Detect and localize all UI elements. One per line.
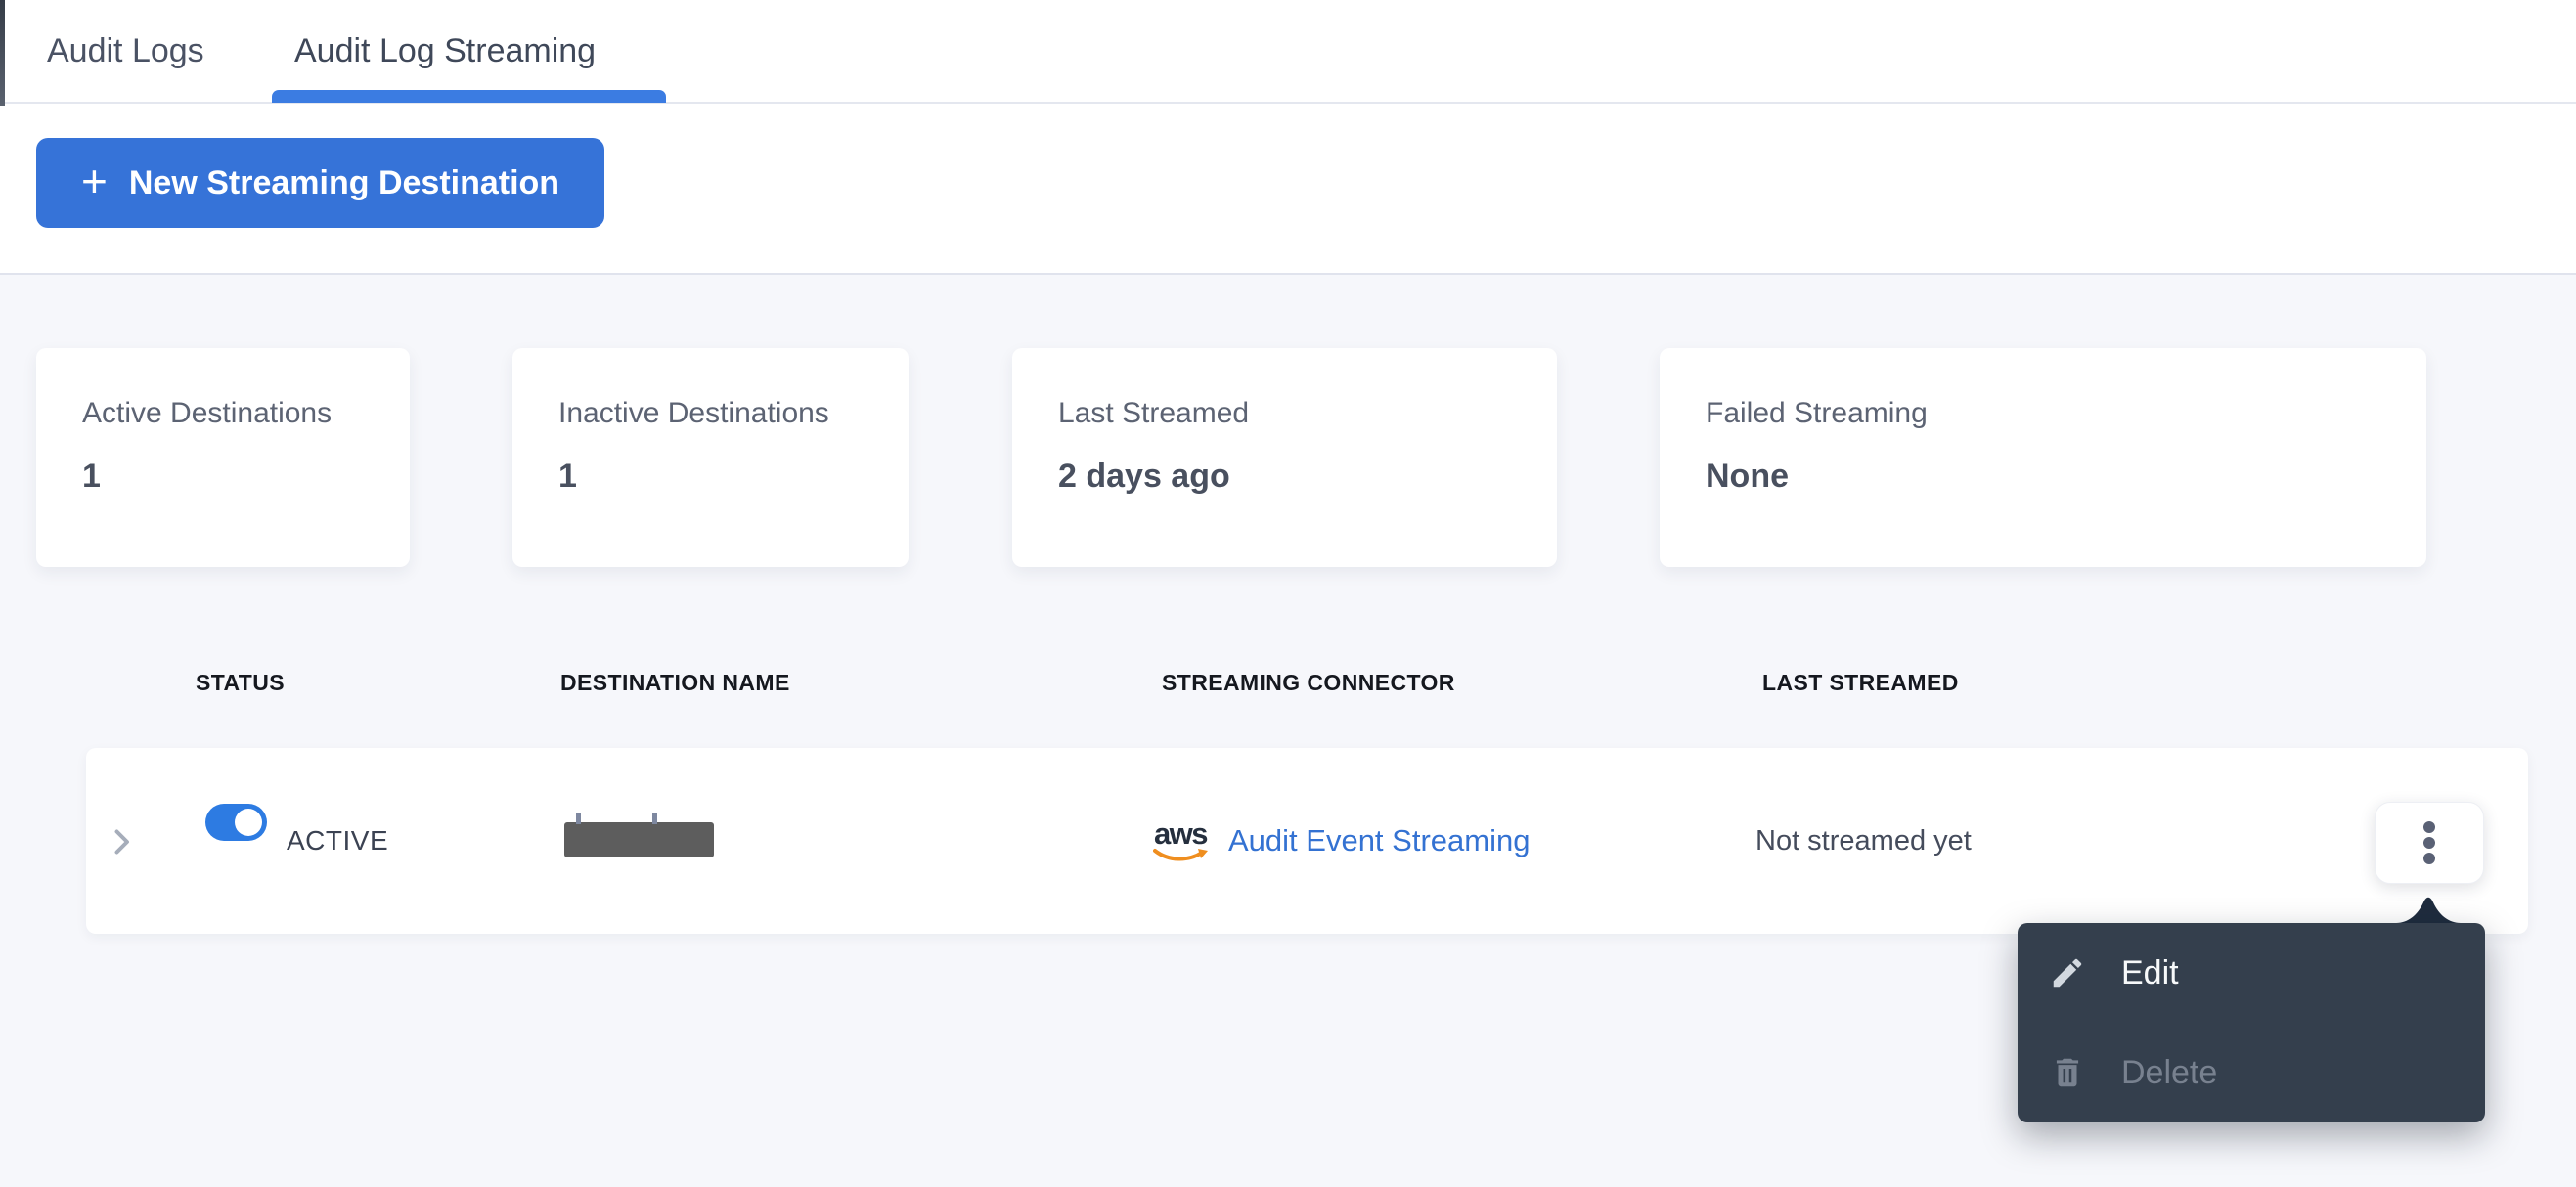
actions-bar: + New Streaming Destination [0,106,2576,275]
table-row: ACTIVE aws Audit Event Streaming Not str… [86,748,2528,934]
aws-logo-icon: aws [1152,816,1209,863]
stat-card-inactive-destinations: Inactive Destinations 1 [512,348,909,567]
context-menu-caret [2396,897,2461,923]
tab-audit-logs[interactable]: Audit Logs [47,0,204,102]
stat-value: 1 [82,458,101,495]
plus-icon: + [81,155,108,206]
kebab-dot [2423,853,2435,864]
stat-label: Last Streamed [1058,397,1250,429]
aws-smile [1153,848,1208,861]
aws-wordmark: aws [1153,816,1209,852]
column-header-status: STATUS [196,670,285,695]
column-header-last-streamed: LAST STREAMED [1762,670,1959,695]
new-streaming-destination-label: New Streaming Destination [128,163,560,201]
stat-value: 1 [558,458,577,495]
toggle-knob [235,809,262,836]
pencil-icon [2053,958,2082,988]
stat-value: None [1706,458,1789,495]
audit-log-streaming-page: Audit Logs Audit Log Streaming + New Str… [0,0,2576,1187]
content-area: Active Destinations 1 Inactive Destinati… [0,275,2576,1187]
active-tab-underline [272,90,666,103]
status-toggle[interactable] [205,804,267,841]
kebab-dot [2423,837,2435,849]
streaming-connector-cell: aws Audit Event Streaming [1152,748,1530,934]
last-streamed-cell: Not streamed yet [1755,824,1972,857]
row-actions-kebab-button[interactable] [2375,802,2484,884]
expand-chevron-icon[interactable] [104,824,139,859]
stat-label: Active Destinations [82,397,333,429]
connector-link[interactable]: Audit Event Streaming [1228,823,1530,858]
column-header-streaming-connector: STREAMING CONNECTOR [1162,670,1455,695]
status-badge: ACTIVE [287,825,389,856]
stat-card-last-streamed: Last Streamed 2 days ago [1012,348,1557,567]
menu-item-label: Delete [2121,1053,2218,1091]
stat-card-failed-streaming: Failed Streaming None [1660,348,2426,567]
menu-item-label: Edit [2121,953,2179,991]
tab-audit-log-streaming[interactable]: Audit Log Streaming [294,0,596,102]
menu-item-edit[interactable]: Edit [2018,923,2485,1023]
stat-value: 2 days ago [1058,458,1230,495]
new-streaming-destination-button[interactable]: + New Streaming Destination [36,138,605,228]
redaction-artifact [652,813,657,824]
menu-item-delete[interactable]: Delete [2018,1023,2485,1122]
trash-icon [2056,1058,2079,1087]
redaction-artifact [576,813,581,824]
column-header-destination-name: DESTINATION NAME [560,670,790,695]
stat-label: Inactive Destinations [558,397,829,429]
stat-card-active-destinations: Active Destinations 1 [36,348,410,567]
row-context-menu: Edit Delete [2018,923,2485,1122]
destination-name-redacted [564,813,714,857]
kebab-dot [2423,821,2435,833]
stat-label: Failed Streaming [1706,397,1928,429]
tab-bar: Audit Logs Audit Log Streaming [0,0,2576,104]
